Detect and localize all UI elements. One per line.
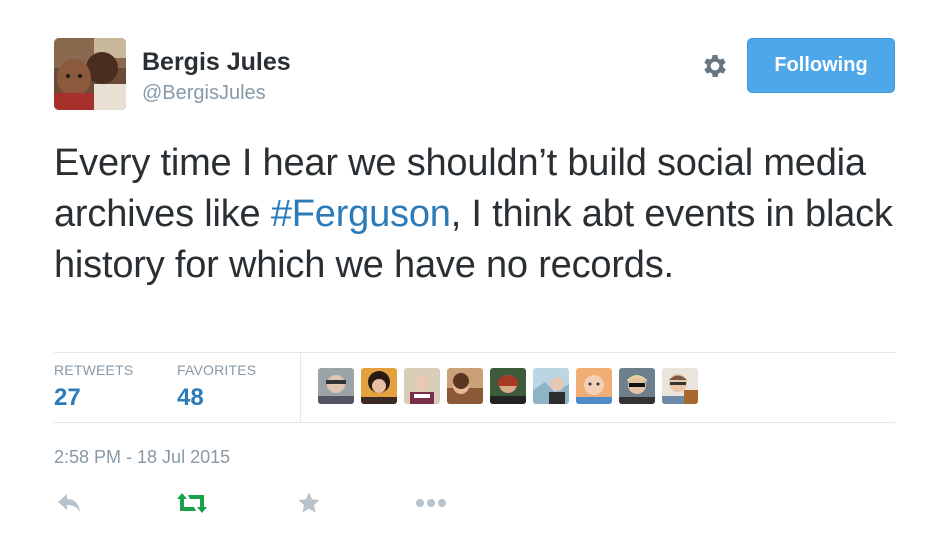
favorites-count[interactable]: 48 [177,384,256,412]
favoriter-avatar[interactable] [361,368,397,404]
reply-icon[interactable] [56,490,82,516]
retweets-stat[interactable]: RETWEETS 27 [54,362,133,412]
favorites-label: FAVORITES [177,362,257,378]
favoriter-avatar[interactable] [404,368,440,404]
hashtag-link[interactable]: #Ferguson [271,193,451,235]
following-button[interactable]: Following [747,38,895,93]
favoriter-avatar[interactable] [662,368,698,404]
gear-icon[interactable] [700,51,730,81]
favorites-stat[interactable]: FAVORITES 48 [177,362,256,412]
tweet-timestamp[interactable]: 2:58 PM - 18 Jul 2015 [54,447,230,468]
favoriter-avatar[interactable] [490,368,526,404]
divider [54,422,895,423]
divider [54,352,895,353]
tweet-text: Every time I hear we shouldn’t build soc… [54,138,904,291]
favoriter-avatar[interactable] [576,368,612,404]
retweet-icon[interactable] [174,490,210,516]
retweets-count[interactable]: 27 [54,384,133,412]
star-icon[interactable] [296,490,322,516]
profile-avatar[interactable] [54,38,126,110]
user-display-name[interactable]: Bergis Jules [142,48,291,77]
user-handle[interactable]: @BergisJules [142,82,266,105]
favoriters-list [318,368,698,404]
favoriter-avatar[interactable] [619,368,655,404]
retweets-label: RETWEETS [54,362,134,378]
more-icon[interactable] [414,490,448,516]
favoriter-avatar[interactable] [533,368,569,404]
favoriter-avatar[interactable] [447,368,483,404]
divider [300,352,301,422]
favoriter-avatar[interactable] [318,368,354,404]
